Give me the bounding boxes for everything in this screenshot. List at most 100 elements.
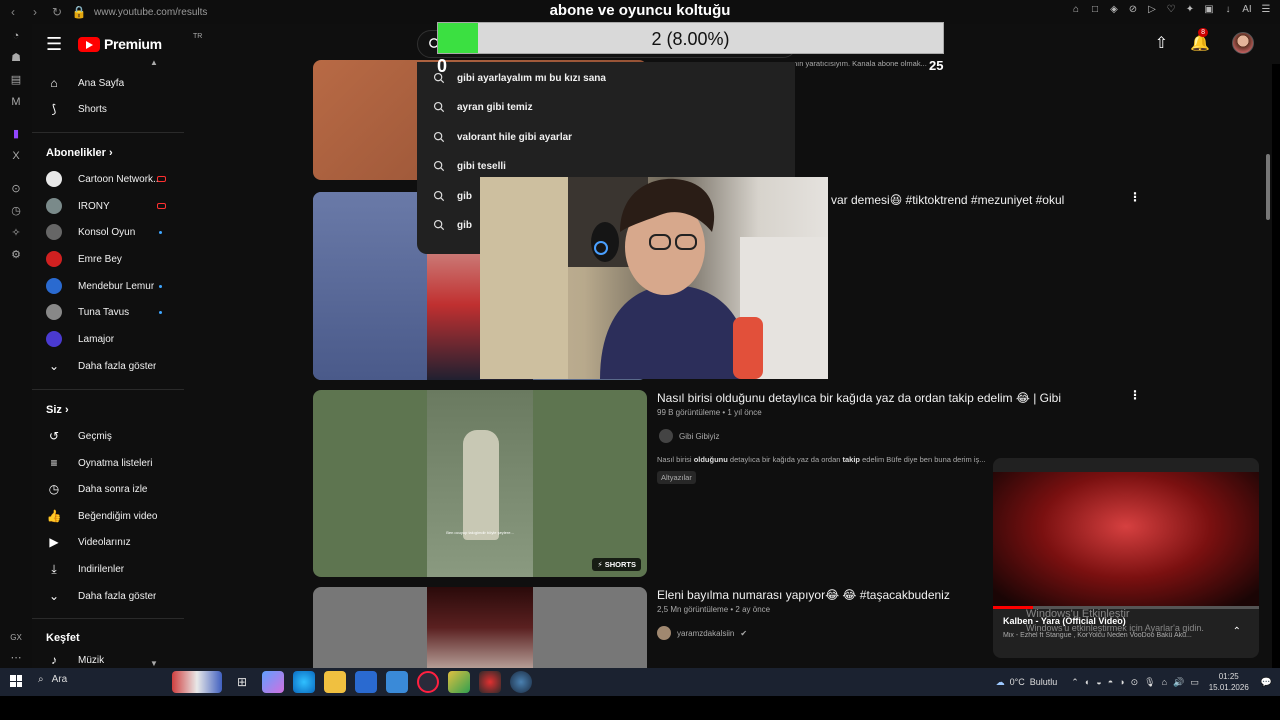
playlist-icon: ≡ bbox=[50, 456, 58, 470]
explore-heading: Keşfet bbox=[46, 632, 80, 644]
task-view-icon[interactable]: ⊞ bbox=[231, 671, 253, 693]
copilot-icon[interactable] bbox=[262, 671, 284, 693]
upload-icon[interactable]: ⇧ bbox=[1155, 33, 1168, 53]
mail-icon[interactable] bbox=[386, 671, 408, 693]
sidebar-item-music[interactable]: ♪ Müzik bbox=[32, 647, 184, 668]
search-icon: ⌕ bbox=[38, 674, 44, 685]
suggestion-item[interactable]: gibi teselli bbox=[417, 152, 795, 180]
clock[interactable]: 01:25 15.01.2026 bbox=[1209, 671, 1249, 693]
sidebar-item-show-more[interactable]: ⌄ Daha fazla göster bbox=[32, 583, 184, 609]
sidebar-item-subscription[interactable]: Tuna Tavus bbox=[32, 299, 184, 325]
video-thumbnail[interactable]: Ben ocuyup takıgimdir böyle şeylere... ⚡… bbox=[313, 390, 647, 577]
sidebar-item-watch-later[interactable]: ◷ Daha sonra izle bbox=[32, 476, 184, 502]
sidebar-scroll-up[interactable]: ▲ bbox=[150, 58, 158, 67]
sidebar-item-subscription[interactable]: Cartoon Network... bbox=[32, 166, 184, 192]
sidebar-item-subscription[interactable]: Lamajor bbox=[32, 326, 184, 352]
tray-app-icon[interactable]: ◓ bbox=[1108, 677, 1113, 687]
video-title[interactable]: Eleni bayılma numarası yapıyor😂 😂 #taşac… bbox=[657, 588, 950, 602]
taskbar-search[interactable]: ⌕ Ara bbox=[38, 674, 67, 685]
more-actions-icon[interactable]: ⋮ bbox=[1129, 190, 1141, 204]
battery-icon[interactable]: ▭ bbox=[1190, 677, 1199, 688]
sidebar-item-shorts[interactable]: ⟆ Shorts bbox=[32, 96, 184, 122]
brand-label: Premium bbox=[104, 36, 162, 52]
weather-widget[interactable]: ☁ 0°C Bulutlu bbox=[996, 677, 1058, 688]
app-icon[interactable]: M bbox=[9, 95, 23, 109]
stream-overlay-title: abone ve oyuncu koltuğu bbox=[549, 2, 731, 19]
notification-center-icon[interactable]: 💬 bbox=[1261, 677, 1272, 688]
gx-icon[interactable]: GX bbox=[9, 631, 23, 645]
edge-icon[interactable] bbox=[293, 671, 315, 693]
sidebar-item-show-more[interactable]: ⌄ Daha fazla göster bbox=[32, 353, 184, 379]
chevron-right-icon: › bbox=[108, 147, 113, 159]
store-icon[interactable] bbox=[355, 671, 377, 693]
miniplayer-video[interactable] bbox=[993, 472, 1259, 608]
twitch-icon[interactable]: ▮ bbox=[9, 127, 23, 141]
player-icon[interactable]: ⊙ bbox=[9, 182, 23, 196]
x-icon[interactable]: X bbox=[9, 149, 23, 163]
avatar[interactable] bbox=[1232, 32, 1254, 54]
windows-start-icon[interactable] bbox=[10, 675, 22, 687]
sidebar-scroll-down[interactable]: ▼ bbox=[150, 659, 158, 668]
steam-icon[interactable] bbox=[510, 671, 532, 693]
page-scrollbar[interactable] bbox=[1266, 154, 1270, 220]
speed-dial-icon[interactable]: ◔ bbox=[9, 29, 23, 43]
settings-icon[interactable]: ⚙ bbox=[9, 248, 23, 262]
suggestion-item[interactable]: valorant hile gibi ayarlar bbox=[417, 123, 795, 151]
subscriptions-heading[interactable]: Abonelikler › bbox=[46, 147, 113, 159]
live-icon bbox=[157, 203, 166, 209]
tray-app-icon[interactable]: ◑ bbox=[1119, 677, 1124, 687]
video-title[interactable]: Nasıl birisi olduğunu detaylıca bir kağı… bbox=[657, 391, 1061, 405]
channel-row[interactable]: yaramzdakalsiin ✔ bbox=[657, 626, 747, 640]
windows-activation-watermark: Windows'u Etkinleştir Windows'u etkinleş… bbox=[1026, 607, 1204, 635]
channel-name: yaramzdakalsiin bbox=[677, 628, 735, 638]
opera-gx-icon[interactable] bbox=[417, 671, 439, 693]
search-highlight-icon[interactable] bbox=[172, 671, 222, 693]
video-meta: 99 B görüntüleme • 1 yıl önce bbox=[657, 408, 762, 417]
sidebar-item-playlists[interactable]: ≡ Oynatma listeleri bbox=[32, 450, 184, 476]
thumbnail-figure bbox=[463, 430, 499, 540]
suggestion-item[interactable]: gibi ayarlayalım mı bu kızı sana bbox=[417, 64, 795, 92]
notifications-button[interactable]: 🔔 8 bbox=[1190, 28, 1210, 53]
tray-app-icon[interactable]: ◐ bbox=[1085, 677, 1090, 687]
history-icon[interactable]: ◷ bbox=[9, 204, 23, 218]
youtube-logo[interactable]: Premium TR bbox=[78, 33, 202, 52]
notes-icon[interactable]: ▤ bbox=[9, 73, 23, 87]
file-explorer-icon[interactable] bbox=[324, 671, 346, 693]
sidebar-item-your-videos[interactable]: ▶ Videolarınız bbox=[32, 529, 184, 555]
sidebar-item-label: Daha fazla göster bbox=[78, 590, 157, 602]
sidebar-item-label: Mendebur Lemur bbox=[78, 280, 155, 292]
sidebar-item-history[interactable]: ↺ Geçmiş bbox=[32, 423, 184, 449]
live-icon bbox=[157, 176, 166, 182]
video-title[interactable]: u var demesi😆 #tiktoktrend #mezuniyet #o… bbox=[821, 193, 1064, 207]
webcam-overlay bbox=[480, 177, 828, 379]
network-icon[interactable]: ⌂ bbox=[1162, 677, 1167, 687]
sidebar-item-label: Daha fazla göster bbox=[78, 360, 157, 372]
volume-icon[interactable]: 🔊 bbox=[1173, 677, 1184, 688]
menu-icon[interactable]: ☰ bbox=[46, 34, 62, 55]
channel-row[interactable]: Gibi Gibiyiz bbox=[659, 429, 719, 443]
sidebar-item-subscription[interactable]: IRONY bbox=[32, 193, 184, 219]
sidebar-item-subscription[interactable]: Mendebur Lemur bbox=[32, 273, 184, 299]
tray-app-icon[interactable]: ⊙ bbox=[1131, 677, 1139, 688]
sidebar-item-liked-videos[interactable]: 👍 Beğendiğim videolar bbox=[32, 503, 184, 529]
tray-app-icon[interactable]: ◒ bbox=[1096, 677, 1101, 687]
more-actions-icon[interactable]: ⋮ bbox=[1129, 388, 1141, 402]
suggestion-item[interactable]: ayran gibi temiz bbox=[417, 93, 795, 121]
more-icon[interactable]: ⋯ bbox=[9, 651, 23, 665]
channel-avatar bbox=[46, 278, 62, 294]
sidebar-item-subscription[interactable]: Emre Bey bbox=[32, 246, 184, 272]
microphone-icon[interactable]: 🎙 bbox=[1144, 677, 1155, 688]
new-content-dot bbox=[159, 285, 162, 288]
extensions-icon[interactable]: ✧ bbox=[9, 226, 23, 240]
recording-app-icon[interactable] bbox=[479, 671, 501, 693]
video-thumbnail[interactable] bbox=[313, 587, 647, 677]
chevron-up-icon[interactable]: ⌃ bbox=[1233, 626, 1241, 637]
sidebar-item-subscription[interactable]: Konsol Oyun bbox=[32, 219, 184, 245]
suggestion-bold: gibi ayarlayalım mı bu kızı sana bbox=[457, 72, 606, 84]
messenger-icon[interactable]: ☗ bbox=[9, 51, 23, 65]
you-heading[interactable]: Siz › bbox=[46, 404, 69, 416]
chevron-up-icon[interactable]: ⌃ bbox=[1071, 677, 1079, 688]
sidebar-item-home[interactable]: ⌂ Ana Sayfa bbox=[32, 70, 184, 96]
league-icon[interactable] bbox=[448, 671, 470, 693]
sidebar-item-downloads[interactable]: ⤓ İndirilenler bbox=[32, 556, 184, 582]
